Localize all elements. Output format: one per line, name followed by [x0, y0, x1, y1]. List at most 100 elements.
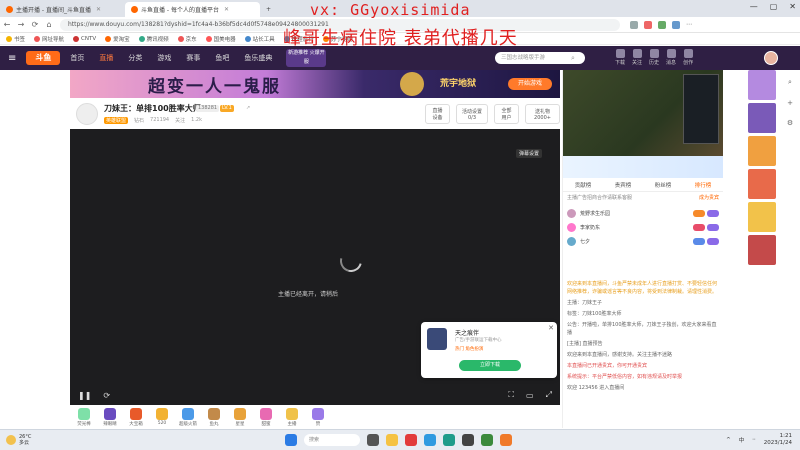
tray-chevron-icon[interactable]: ^	[726, 437, 731, 443]
all-users-button[interactable]: 全部用户	[494, 104, 519, 124]
close-tab-icon[interactable]: ✕	[96, 6, 101, 13]
nav-home[interactable]: 首页	[70, 53, 84, 63]
game-promo-badge[interactable]: 新游推荐 火爆开服	[286, 49, 327, 67]
send-gift-button[interactable]: 送礼物 2000+	[525, 104, 561, 124]
back-arrow-icon[interactable]: ←	[0, 20, 14, 29]
file-explorer-icon[interactable]	[386, 434, 398, 446]
share-icon[interactable]: ↗	[244, 105, 252, 112]
rank-row[interactable]: 七夕	[567, 235, 719, 248]
taskbar-search[interactable]: 搜索	[304, 434, 360, 446]
gift-item[interactable]: 甜蜜	[256, 407, 276, 427]
sidebar-search-icon[interactable]: ⌕	[788, 78, 792, 87]
tray-icons[interactable]: ⋅⋅	[752, 437, 756, 443]
bookmark-item[interactable]: 腾讯视频	[138, 35, 169, 43]
windows-start-icon[interactable]	[285, 434, 297, 446]
download-game-button[interactable]: 立即下载	[459, 360, 521, 371]
side-promo-banner[interactable]	[563, 156, 723, 178]
app-icon[interactable]	[405, 434, 417, 446]
messages-button[interactable]: 消息	[666, 49, 676, 66]
sidebar-settings-icon[interactable]: ⚙	[787, 119, 793, 127]
reload-icon[interactable]: ⟳	[103, 391, 110, 400]
input-method-indicator[interactable]: 中	[739, 436, 745, 444]
side-ad[interactable]	[748, 70, 776, 100]
nav-esports[interactable]: 赛事	[186, 53, 200, 63]
nav-live[interactable]: 直播	[99, 53, 113, 63]
mini-game-video[interactable]	[563, 70, 723, 156]
forward-arrow-icon[interactable]: →	[14, 20, 28, 29]
download-button[interactable]: 下载	[615, 49, 625, 66]
bookmark-item[interactable]: 京东	[177, 35, 197, 43]
weather-widget[interactable]: 26°C 多云	[6, 434, 31, 446]
history-button[interactable]: 历史	[649, 49, 659, 66]
gift-item[interactable]: 星星	[230, 407, 250, 427]
search-icon[interactable]: ⌕	[571, 54, 575, 63]
follow-label[interactable]: 关注	[175, 117, 185, 124]
browser-tab-1[interactable]: 主播开播 - 直播间_斗鱼直播 ✕	[0, 2, 125, 17]
pause-icon[interactable]: ❚❚	[78, 391, 91, 400]
tab-vip[interactable]: 贵宾榜	[615, 181, 632, 189]
extension-icon[interactable]	[672, 20, 680, 29]
app-icon[interactable]	[424, 434, 436, 446]
gift-item[interactable]: 辣眼睛	[100, 407, 120, 427]
minimize-button[interactable]: —	[750, 2, 758, 11]
user-avatar[interactable]	[764, 51, 778, 65]
extension-icon[interactable]	[658, 20, 666, 29]
promo-banner[interactable]: 超变一人一鬼服 荒宇地狱 开始游戏	[70, 70, 560, 98]
tab-ranking[interactable]: 排行榜	[695, 181, 712, 189]
become-vip-link[interactable]: 成为贵宾	[699, 192, 719, 204]
theater-mode-icon[interactable]: ▭	[526, 391, 534, 400]
bookmark-item[interactable]: 书签	[6, 35, 25, 43]
category-tag[interactable]: 英雄联盟	[104, 117, 129, 124]
gift-item[interactable]: 超级火箭	[178, 407, 198, 427]
side-ad[interactable]	[748, 103, 776, 133]
side-ad[interactable]	[748, 202, 776, 232]
side-ad[interactable]	[748, 235, 776, 265]
bookmark-item[interactable]: CNTV	[73, 35, 96, 42]
nav-category[interactable]: 分类	[128, 53, 142, 63]
expand-icon[interactable]: ⤢	[546, 390, 552, 400]
home-icon[interactable]: ⌂	[42, 20, 56, 29]
device-button[interactable]: 直播设备	[425, 104, 450, 124]
gift-item[interactable]: 520	[152, 408, 172, 426]
sidebar-plus-icon[interactable]: +	[787, 99, 793, 107]
app-icon[interactable]	[481, 434, 493, 446]
create-button[interactable]: 创作	[683, 49, 693, 66]
side-ad[interactable]	[748, 136, 776, 166]
maximize-button[interactable]: ▢	[770, 2, 778, 11]
douyu-logo[interactable]: 斗鱼	[26, 51, 61, 65]
gift-item[interactable]: 荧光棒	[74, 407, 94, 427]
new-tab-button[interactable]: +	[260, 2, 277, 17]
danmaku-settings-tag[interactable]: 弹幕设置	[515, 149, 542, 158]
gift-item[interactable]: 主播	[282, 407, 302, 427]
hamburger-menu-icon[interactable]: ≡	[8, 53, 16, 64]
extension-icon[interactable]	[644, 20, 652, 29]
rank-row[interactable]: 李家奶东	[567, 221, 719, 234]
nav-festival[interactable]: 鱼乐盛典	[244, 53, 272, 63]
task-view-icon[interactable]	[367, 434, 379, 446]
bookmark-item[interactable]: 站长工具	[244, 35, 275, 43]
edge-browser-icon[interactable]	[443, 434, 455, 446]
side-ad[interactable]	[748, 169, 776, 199]
nav-yuba[interactable]: 鱼吧	[215, 53, 229, 63]
browser-icon[interactable]	[500, 434, 512, 446]
follow-button[interactable]: 关注	[632, 49, 642, 66]
close-window-button[interactable]: ✕	[789, 2, 796, 11]
gift-item[interactable]: 赞	[308, 407, 328, 427]
anchor-avatar[interactable]	[76, 103, 98, 125]
gift-item[interactable]: 大宝箱	[126, 407, 146, 427]
browser-tab-2[interactable]: 斗鱼直播 - 每个人的直播平台 ✕	[125, 2, 260, 17]
menu-dots-icon[interactable]: ⋯	[686, 21, 692, 28]
bookmark-item[interactable]: 国美电器	[205, 35, 236, 43]
app-icon[interactable]	[462, 434, 474, 446]
game-ad-popup[interactable]: 天之痕伴 广告/手游联运下载中心 热门 角色扮演 立即下载 ✕	[421, 322, 557, 378]
bookmark-item[interactable]: 网址导航	[34, 35, 64, 43]
start-game-button[interactable]: 开始游戏	[508, 78, 552, 90]
system-clock[interactable]: 1:21 2023/1/24	[764, 433, 792, 447]
close-icon[interactable]: ✕	[548, 324, 554, 332]
fullscreen-icon[interactable]: ⛶	[508, 390, 514, 400]
tab-fans[interactable]: 粉丝榜	[655, 181, 672, 189]
bookmark-item[interactable]: 爱淘宝	[105, 35, 130, 43]
tab-contribution[interactable]: 贡献榜	[575, 181, 592, 189]
gift-item[interactable]: 鱼丸	[204, 407, 224, 427]
close-tab-icon[interactable]: ✕	[224, 6, 229, 13]
